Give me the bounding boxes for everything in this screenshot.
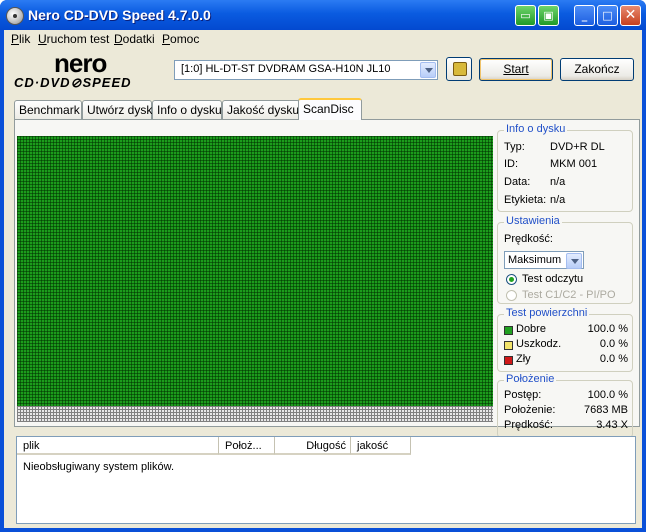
surface-test-title: Test powierzchni [504,307,590,319]
bad-label: Zły [516,353,531,365]
speed-label: Prędkość: [504,233,553,245]
file-list[interactable]: plik Położ... Długość jakość Nieobsługiw… [16,436,636,524]
client-area: Plik Uruchom test Dodatki Pomoc nero CD·… [4,30,642,528]
drive-icon [453,62,467,76]
speed-select[interactable]: Maksimum [504,251,584,269]
bad-value: 0.0 % [599,353,628,365]
tab-disc-quality[interactable]: Jakość dysku [222,100,300,119]
logo-bottom: CD·DVD⊘SPEED [14,75,132,90]
window-title: Nero CD-DVD Speed 4.7.0.0 [28,7,211,23]
damaged-color-swatch [504,341,513,350]
column-position[interactable]: Położ... [219,437,275,455]
scan-grid-unused [17,406,493,422]
scandisc-panel: Info o dysku Typ: DVD+R DL ID: MKM 001 D… [14,119,640,438]
disc-info-title: Info o dysku [504,123,568,135]
tab-benchmark[interactable]: Benchmark [14,100,82,119]
app-window: Nero CD-DVD Speed 4.7.0.0 ▭ ▣ _ □ ✕ Plik… [0,0,646,532]
settings-title: Ustawienia [504,215,562,227]
progress-value: 100.0 % [587,389,628,401]
column-quality[interactable]: jakość [351,437,411,455]
menu-dodatki[interactable]: Dodatki [114,32,155,46]
disc-id-value: MKM 001 [550,158,598,170]
drive-info-button[interactable] [446,57,472,81]
nero-logo: nero CD·DVD⊘SPEED [14,48,164,90]
disc-label-label: Etykieta: [504,194,547,206]
position-label: Położenie: [504,404,556,416]
damaged-value: 0.0 % [599,338,628,350]
extra-window-button-2[interactable]: ▣ [538,5,559,26]
speed-readout-label: Prędkość: [504,419,553,431]
tab-disc-info[interactable]: Info o dysku [152,100,222,119]
disc-date-value: n/a [550,176,566,188]
disc-label-value: n/a [550,194,566,206]
scan-grid-good [17,136,493,406]
menu-plik[interactable]: Plik [11,32,30,46]
good-value: 100.0 % [587,323,628,335]
damaged-label: Uszkodz. [516,338,562,350]
speed-select-value: Maksimum [508,254,562,266]
start-button[interactable]: Start [479,58,553,81]
position-value: 7683 MB [583,404,628,416]
title-bar: Nero CD-DVD Speed 4.7.0.0 ▭ ▣ _ □ ✕ [0,0,646,30]
settings-group: Ustawienia Prędkość: Maksimum Test odczy… [497,215,633,304]
disc-date-label: Data: [504,176,531,188]
good-color-swatch [504,326,513,335]
radio-c1c2-test-label: Test C1/C2 - PI/PO [522,289,616,301]
disc-type-value: DVD+R DL [550,141,605,153]
drive-select-value: [1:0] HL-DT-ST DVDRAM GSA-H10N JL10 [181,63,391,75]
maximize-button[interactable]: □ [597,5,618,26]
bad-color-swatch [504,356,513,365]
disc-type-label: Typ: [504,141,525,153]
position-group: Położenie Postęp: 100.0 % Położenie: 768… [497,373,633,438]
radio-c1c2-test[interactable] [506,290,517,301]
column-length[interactable]: Długość [275,437,351,455]
start-button-label: Start [503,62,529,76]
radio-read-test[interactable] [506,274,517,285]
scan-surface-map [17,136,493,422]
disc-id-label: ID: [504,158,519,170]
file-list-message: Nieobsługiwany system plików. [23,461,175,473]
chevron-down-icon[interactable] [566,253,582,269]
column-file[interactable]: plik [17,437,219,455]
exit-button[interactable]: Zakończ [560,58,634,81]
menu-bar: Plik Uruchom test Dodatki Pomoc [4,30,642,48]
surface-test-group: Test powierzchni Dobre 100.0 % Uszkodz. … [497,307,633,372]
progress-label: Postęp: [504,389,542,401]
tab-scandisc[interactable]: ScanDisc [298,98,362,120]
menu-pomoc[interactable]: Pomoc [162,32,199,46]
radio-read-test-label: Test odczytu [522,273,584,285]
close-button[interactable]: ✕ [620,5,641,26]
chevron-down-icon[interactable] [420,62,436,78]
menu-uruchom-test[interactable]: Uruchom test [38,32,109,46]
disc-info-group: Info o dysku Typ: DVD+R DL ID: MKM 001 D… [497,123,633,212]
minimize-button[interactable]: _ [574,5,595,26]
position-title: Położenie [504,373,557,385]
extra-window-button-1[interactable]: ▭ [515,5,536,26]
drive-select[interactable]: [1:0] HL-DT-ST DVDRAM GSA-H10N JL10 [174,60,438,80]
tab-create-disc[interactable]: Utwórz dysk [82,100,152,119]
good-label: Dobre [516,323,546,335]
speed-readout-value: 3.43 X [596,419,628,431]
disc-icon [6,7,24,25]
